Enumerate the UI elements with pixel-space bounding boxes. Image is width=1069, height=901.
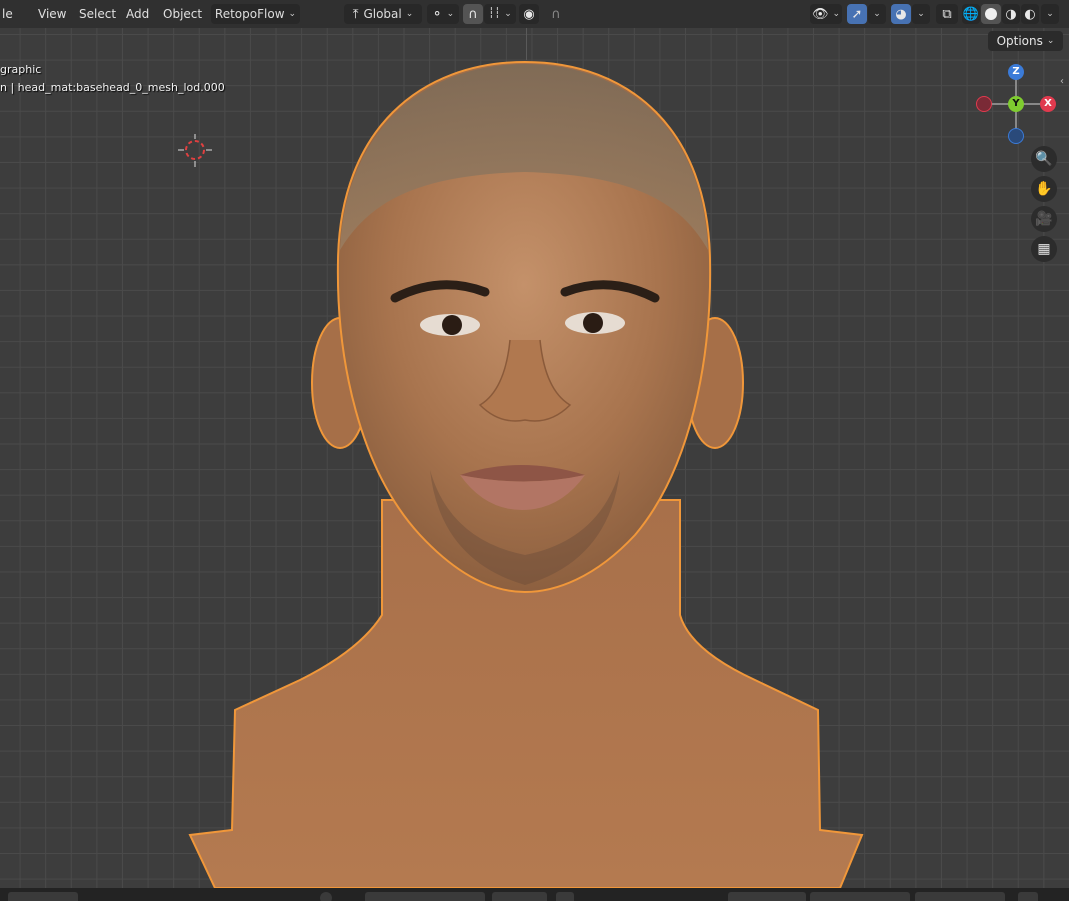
- gizmo-z-positive[interactable]: Z: [1008, 64, 1024, 80]
- 3d-viewport[interactable]: graphic n | head_mat:basehead_0_mesh_lod…: [0, 28, 1069, 888]
- chevron-down-icon: ⌄: [504, 9, 512, 19]
- eye-icon: 👁: [811, 6, 829, 22]
- right-iris: [583, 313, 603, 333]
- zoom-button[interactable]: 🔍: [1031, 146, 1057, 172]
- shading-material[interactable]: ◑: [1002, 4, 1020, 24]
- xray-icon: ⧉: [942, 6, 952, 22]
- playback-dropdown[interactable]: [8, 892, 78, 901]
- visibility-dropdown[interactable]: 👁 ⌄: [810, 4, 842, 24]
- gizmo-x-negative[interactable]: [976, 96, 992, 112]
- head-mesh[interactable]: [0, 28, 1069, 888]
- record-button[interactable]: [320, 892, 332, 901]
- object-info: n | head_mat:basehead_0_mesh_lod.000: [0, 81, 225, 94]
- chevron-down-icon: ⌄: [446, 9, 455, 19]
- snap-toggle[interactable]: ∩: [463, 4, 483, 24]
- orientation-icon: ⤒: [352, 6, 359, 22]
- overlay-icon: ◕: [895, 6, 907, 22]
- snap-target-dropdown[interactable]: ┆┆ ⌄: [484, 4, 516, 24]
- chevron-down-icon: ⌄: [1046, 9, 1054, 19]
- current-frame-field[interactable]: [728, 892, 806, 901]
- chevron-down-icon: ⌄: [405, 9, 414, 19]
- gizmo-dropdown[interactable]: ⌄: [868, 4, 886, 24]
- transform-orientation-dropdown[interactable]: ⤒ Global ⌄: [344, 4, 422, 24]
- retopoflow-label: RetopoFlow: [214, 7, 285, 21]
- chevron-down-icon: ⌄: [917, 9, 925, 19]
- proportional-edit-icon: ◉: [523, 6, 535, 22]
- 3d-cursor-icon[interactable]: [178, 134, 212, 168]
- menu-view[interactable]: View: [38, 6, 66, 22]
- camera-view-button[interactable]: 🎥: [1031, 206, 1057, 232]
- gizmo-z-negative[interactable]: [1008, 128, 1024, 144]
- gizmo-x-positive[interactable]: X: [1040, 96, 1056, 112]
- left-iris: [442, 315, 462, 335]
- transform-orientation-label: Global: [363, 7, 402, 21]
- sidebar-toggle-icon[interactable]: ‹: [1060, 76, 1069, 96]
- menu-object[interactable]: Object: [163, 6, 202, 22]
- overlay-dropdown[interactable]: ⌄: [912, 4, 930, 24]
- shading-wireframe[interactable]: 🌐: [962, 4, 980, 24]
- options-label: Options: [996, 34, 1043, 48]
- pan-button[interactable]: ✋: [1031, 176, 1057, 202]
- proportional-edit-toggle[interactable]: ◉: [519, 4, 539, 24]
- menu-edit[interactable]: le: [2, 6, 13, 22]
- material-icon: ◑: [1005, 6, 1017, 22]
- auto-key-button[interactable]: [556, 892, 574, 901]
- ortho-toggle-button[interactable]: ▦: [1031, 236, 1057, 262]
- gizmo-icon: ➚: [851, 6, 863, 22]
- snap-increment-icon: ┆┆: [488, 8, 501, 19]
- keying-controls[interactable]: [492, 892, 547, 901]
- pivot-icon: ⚬: [431, 6, 443, 22]
- gizmo-y-positive[interactable]: Y: [1008, 96, 1024, 112]
- chevron-down-icon: ⌄: [288, 9, 297, 19]
- view-name: graphic: [0, 63, 42, 76]
- rendered-icon: ◐: [1024, 6, 1036, 22]
- playback-controls[interactable]: [365, 892, 485, 901]
- menu-add[interactable]: Add: [126, 6, 149, 22]
- magnet-icon: ∩: [468, 6, 478, 22]
- start-frame-field[interactable]: [810, 892, 910, 901]
- end-frame-field[interactable]: [915, 892, 1005, 901]
- shading-dropdown[interactable]: ⌄: [1041, 4, 1059, 24]
- grid-icon: ▦: [1037, 241, 1051, 257]
- chevron-down-icon: ⌄: [1046, 36, 1055, 46]
- solid-icon: [985, 8, 997, 20]
- pivot-point-dropdown[interactable]: ⚬ ⌄: [427, 4, 459, 24]
- retopoflow-dropdown[interactable]: RetopoFlow ⌄: [211, 4, 300, 24]
- options-dropdown[interactable]: Options ⌄: [988, 31, 1063, 51]
- viewport-header: le View Select Add Object RetopoFlow ⌄ ⤒…: [0, 0, 1069, 28]
- falloff-curve-icon: ∩: [551, 6, 561, 22]
- timeline-bar: [0, 888, 1069, 901]
- chevron-down-icon: ⌄: [832, 9, 841, 19]
- menu-select[interactable]: Select: [79, 6, 116, 22]
- shading-rendered[interactable]: ◐: [1021, 4, 1039, 24]
- falloff-dropdown[interactable]: ∩: [541, 4, 571, 24]
- zoom-icon: 🔍: [1035, 151, 1053, 167]
- camera-icon: 🎥: [1035, 211, 1053, 227]
- xray-toggle[interactable]: ⧉: [936, 4, 958, 24]
- timeline-options[interactable]: [1018, 892, 1038, 901]
- chevron-down-icon: ⌄: [873, 9, 881, 19]
- overlay-toggle[interactable]: ◕: [891, 4, 911, 24]
- hand-icon: ✋: [1035, 181, 1053, 197]
- gizmo-toggle[interactable]: ➚: [847, 4, 867, 24]
- wireframe-icon: 🌐: [962, 6, 980, 22]
- shading-solid[interactable]: [981, 4, 1001, 24]
